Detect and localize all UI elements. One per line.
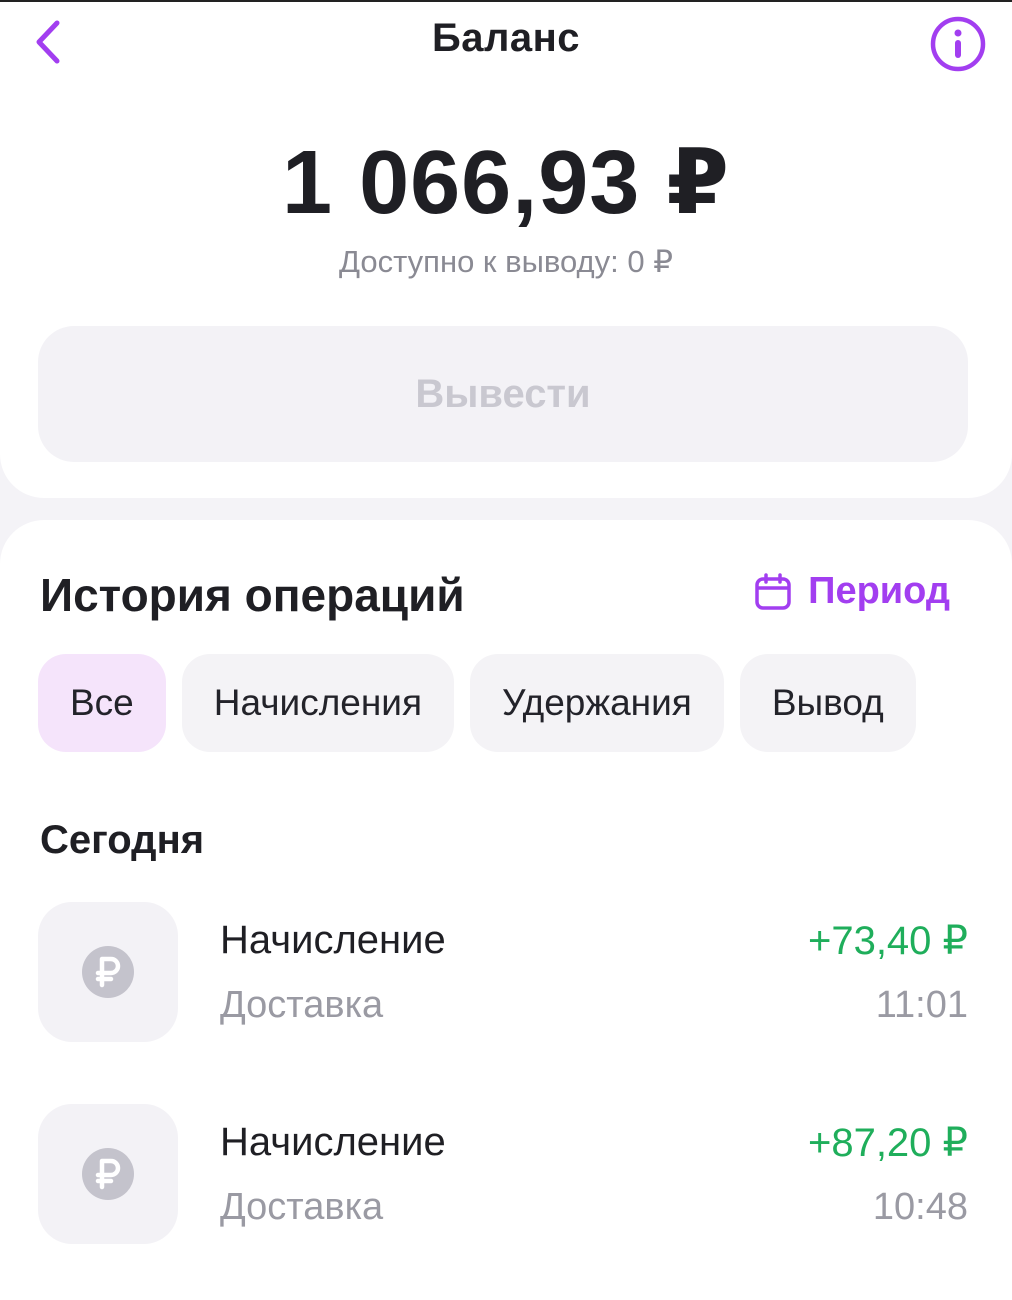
balance-card: Баланс 1 066,93 ₽ Доступно к выводу: 0 ₽… (0, 0, 1012, 498)
info-icon (930, 16, 986, 72)
balance-amount: 1 066,93 ₽ (282, 133, 730, 233)
operation-row[interactable]: Начисление Доставка +73,40 ₽ 11:01 (38, 902, 968, 1042)
page-title: Баланс (431, 16, 581, 60)
section-today: Сегодня (40, 818, 205, 862)
operation-amount: +87,20 ₽ (807, 1121, 968, 1165)
available-to-withdraw: Доступно к выводу: 0 ₽ (339, 244, 673, 279)
operation-title: Начисление (220, 918, 446, 962)
operation-time: 11:01 (875, 984, 968, 1026)
calendar-icon (755, 572, 791, 610)
filter-chip-accruals[interactable]: Начисления (181, 654, 454, 752)
filter-chip-withdrawals[interactable]: Вывод (739, 654, 916, 752)
period-label: Период (808, 570, 950, 612)
history-card: История операций Период Все Начисления У… (0, 520, 1012, 1300)
period-button[interactable]: Период (754, 570, 950, 613)
filter-chips: Все Начисления Удержания Вывод (38, 654, 916, 752)
filter-chip-deductions[interactable]: Удержания (470, 654, 724, 752)
operation-title: Начисление (220, 1120, 446, 1164)
operation-subtitle: Доставка (220, 1186, 384, 1228)
operation-row[interactable]: Начисление Доставка +87,20 ₽ 10:48 (38, 1104, 968, 1244)
info-button[interactable] (928, 14, 988, 74)
withdraw-button[interactable]: Вывести (38, 326, 968, 462)
operation-icon-box (38, 902, 178, 1042)
operation-time: 10:48 (872, 1186, 968, 1228)
ruble-coin-icon (82, 946, 134, 998)
history-title: История операций (40, 569, 465, 621)
operation-icon-box (38, 1104, 178, 1244)
filter-chip-all[interactable]: Все (38, 654, 166, 752)
operation-subtitle: Доставка (220, 984, 384, 1026)
operation-amount: +73,40 ₽ (807, 919, 968, 963)
ruble-coin-icon (82, 1148, 134, 1200)
